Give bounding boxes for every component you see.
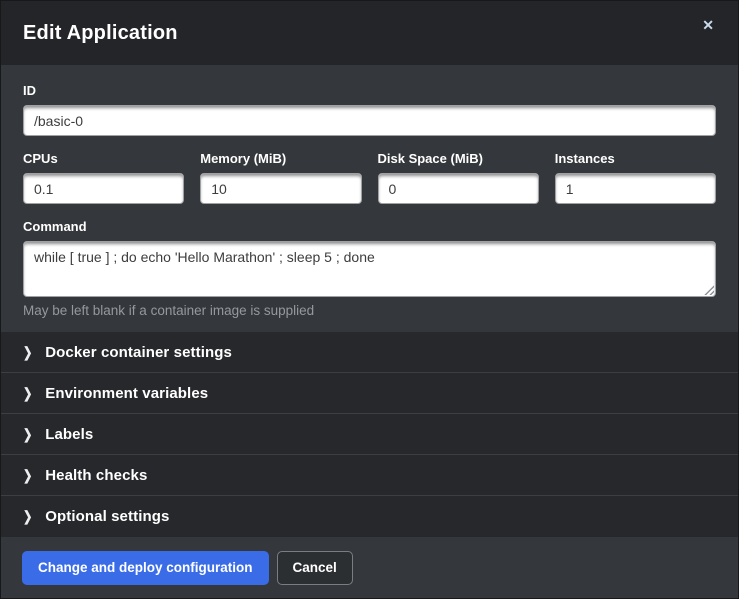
section-labels[interactable]: ❯ Labels [1,414,738,455]
disk-label: Disk Space (MiB) [378,153,539,165]
close-button[interactable]: ✕ [700,16,716,34]
section-label: Optional settings [45,508,169,525]
disk-input[interactable] [378,173,539,204]
id-field-group: ID [23,85,716,136]
command-help-text: May be left blank if a container image i… [23,303,716,318]
id-input[interactable] [23,105,716,136]
chevron-right-icon: ❯ [23,426,32,442]
cpus-label: CPUs [23,153,184,165]
instances-label: Instances [555,153,716,165]
modal-title: Edit Application [23,22,178,45]
instances-input[interactable] [555,173,716,204]
cpus-input[interactable] [23,173,184,204]
section-label: Environment variables [45,385,208,402]
modal-header: Edit Application ✕ [1,1,738,65]
close-icon: ✕ [702,17,714,33]
application-form: ID CPUs Memory (MiB) Disk Space (MiB) In… [1,65,738,332]
command-field-group: Command while [ true ] ; do echo 'Hello … [23,221,716,318]
section-label: Docker container settings [45,344,232,361]
cpus-field-group: CPUs [23,153,184,204]
resources-row: CPUs Memory (MiB) Disk Space (MiB) Insta… [23,153,716,204]
chevron-right-icon: ❯ [23,344,32,360]
change-and-deploy-button[interactable]: Change and deploy configuration [22,551,269,585]
command-textarea[interactable]: while [ true ] ; do echo 'Hello Marathon… [23,241,716,297]
section-environment-variables[interactable]: ❯ Environment variables [1,373,738,414]
section-optional-settings[interactable]: ❯ Optional settings [1,496,738,537]
collapsible-sections: ❯ Docker container settings ❯ Environmen… [1,332,738,537]
memory-input[interactable] [200,173,361,204]
memory-label: Memory (MiB) [200,153,361,165]
section-docker-container-settings[interactable]: ❯ Docker container settings [1,332,738,373]
disk-field-group: Disk Space (MiB) [378,153,539,204]
section-label: Labels [45,426,93,443]
chevron-right-icon: ❯ [23,467,32,483]
chevron-right-icon: ❯ [23,508,32,524]
edit-application-modal: Edit Application ✕ ID CPUs Memory (MiB) … [0,0,739,599]
memory-field-group: Memory (MiB) [200,153,361,204]
cancel-button[interactable]: Cancel [277,551,353,585]
modal-footer: Change and deploy configuration Cancel [1,537,738,598]
section-label: Health checks [45,467,147,484]
id-label: ID [23,85,716,97]
instances-field-group: Instances [555,153,716,204]
section-health-checks[interactable]: ❯ Health checks [1,455,738,496]
command-label: Command [23,221,716,233]
chevron-right-icon: ❯ [23,385,32,401]
